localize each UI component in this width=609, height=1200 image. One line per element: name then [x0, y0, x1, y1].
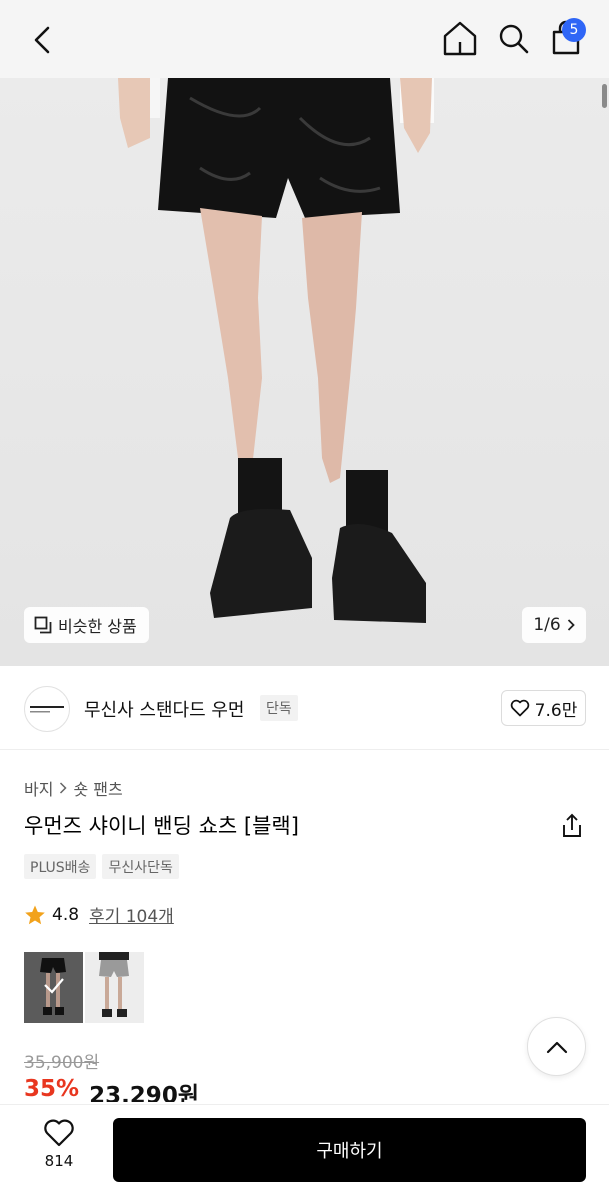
tag-plus-delivery: PLUS배송	[24, 854, 97, 879]
brand-logo-mark	[30, 706, 64, 713]
color-option-gray[interactable]	[85, 952, 144, 1023]
color-options	[24, 952, 144, 1023]
chevron-left-icon	[34, 26, 50, 54]
home-icon	[443, 21, 477, 56]
chevron-up-icon	[546, 1041, 567, 1053]
home-button[interactable]	[440, 18, 480, 60]
product-tags: PLUS배송 무신사단독	[24, 854, 179, 879]
breadcrumb: 바지 숏 팬츠	[24, 776, 123, 800]
product-rating[interactable]: 4.8 후기 104개	[24, 902, 174, 927]
share-icon	[563, 813, 581, 837]
scroll-to-top-button[interactable]	[527, 1017, 586, 1076]
sale-price: 23,290원	[89, 1083, 199, 1102]
color-option-black[interactable]	[24, 952, 83, 1023]
page-indicator-text: 1/6	[533, 615, 561, 635]
chevron-right-icon	[60, 782, 68, 794]
brand-like-count: 7.6만	[534, 700, 578, 721]
back-button[interactable]	[22, 20, 62, 60]
top-navigation-bar	[0, 0, 609, 78]
similar-products-button[interactable]: 비슷한 상품	[24, 607, 149, 643]
product-photo	[118, 78, 434, 623]
discount-rate: 35%	[24, 1076, 80, 1102]
image-page-indicator[interactable]: 1/6	[522, 607, 586, 643]
chevron-right-icon	[567, 619, 575, 631]
color-thumbnail-black	[24, 952, 83, 1023]
page-scrollbar[interactable]	[602, 84, 607, 108]
breadcrumb-item-subcategory[interactable]: 숏 팬츠	[73, 776, 122, 800]
heart-icon	[510, 699, 529, 717]
brand-name[interactable]: 무신사 스탠다드 우먼	[84, 696, 244, 722]
search-icon	[499, 24, 529, 54]
brand-like-button[interactable]: 7.6만	[501, 690, 586, 726]
star-icon	[25, 905, 45, 924]
wishlist-button[interactable]: 814	[30, 1118, 88, 1180]
product-image-carousel[interactable]	[0, 78, 609, 666]
breadcrumb-item-category[interactable]: 바지	[24, 776, 53, 800]
search-button[interactable]	[494, 18, 534, 60]
wishlist-count: 814	[44, 1152, 74, 1170]
original-price: 35,900원	[24, 1053, 100, 1073]
brand-logo[interactable]	[24, 686, 70, 732]
exclusive-tag: 단독	[260, 695, 298, 721]
rating-score: 4.8	[52, 904, 80, 925]
review-count-link[interactable]: 후기 104개	[89, 902, 174, 927]
cart-count-badge: 5	[562, 18, 586, 42]
color-thumbnail-gray	[85, 952, 144, 1023]
similar-products-label: 비슷한 상품	[58, 617, 137, 636]
buy-button[interactable]: 구매하기	[113, 1118, 586, 1182]
share-button[interactable]	[558, 812, 586, 840]
copy-icon	[34, 616, 52, 634]
product-title: 우먼즈 샤이니 밴딩 쇼츠 [블랙]	[24, 814, 299, 838]
sale-price-row: 35% 23,290원	[24, 1076, 199, 1102]
tag-musinsa-exclusive: 무신사단독	[102, 854, 179, 879]
heart-icon	[44, 1119, 74, 1147]
